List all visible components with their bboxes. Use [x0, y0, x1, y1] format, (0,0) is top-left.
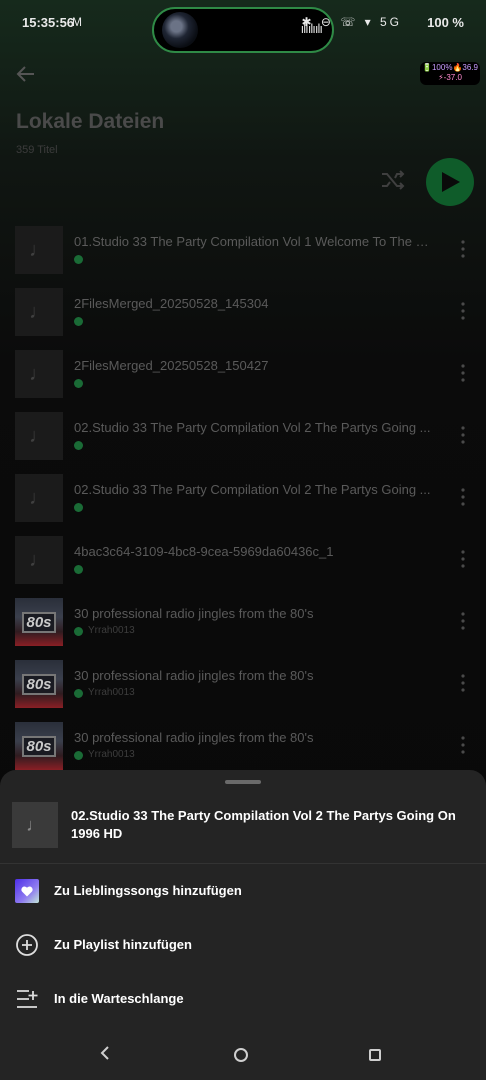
back-arrow-icon[interactable] — [14, 62, 38, 86]
track-row[interactable]: ♩ 01.Studio 33 The Party Compilation Vol … — [0, 225, 486, 287]
downloaded-icon — [74, 565, 83, 574]
music-note-icon: ♩ — [15, 474, 63, 522]
music-note-icon: ♩ — [15, 226, 63, 274]
action-label: In die Warteschlange — [54, 991, 184, 1006]
downloaded-icon — [74, 379, 83, 388]
status-bar: 15:35:56 M ılıılıılı ✱ ⊖ ☏ ▾ 5G 100 % — [0, 0, 486, 53]
shuffle-icon[interactable] — [380, 168, 406, 192]
more-options-icon[interactable] — [456, 735, 470, 755]
sheet-track-artwork: ♩ — [12, 802, 58, 848]
track-title: 30 professional radio jingles from the 8… — [74, 668, 314, 683]
artwork-label: 80s — [22, 611, 56, 633]
downloaded-icon — [74, 317, 83, 326]
more-options-icon[interactable] — [456, 487, 470, 507]
downloaded-icon — [74, 689, 83, 698]
track-artist: Yrrah0013 — [88, 625, 135, 636]
nav-back-icon[interactable] — [100, 1046, 110, 1060]
music-note-icon: ♩ — [15, 536, 63, 584]
track-title: 01.Studio 33 The Party Compilation Vol 1… — [74, 234, 436, 249]
track-row[interactable]: ♩ 02.Studio 33 The Party Compilation Vol … — [0, 473, 486, 535]
track-row[interactable]: 80s 30 professional radio jingles from th… — [0, 597, 486, 659]
drag-handle[interactable] — [225, 780, 261, 784]
context-menu-sheet: ♩ 02.Studio 33 The Party Compilation Vol… — [0, 770, 486, 1080]
more-options-icon[interactable] — [456, 239, 470, 259]
downloaded-icon — [74, 627, 83, 636]
system-nav-bar — [0, 1030, 486, 1080]
now-playing-pill[interactable]: ılıılıılı — [152, 7, 334, 53]
music-note-icon: ♩ — [15, 412, 63, 460]
downloaded-icon — [74, 255, 83, 264]
add-to-playlist-action[interactable]: Zu Playlist hinzufügen — [0, 918, 486, 972]
more-options-icon[interactable] — [456, 363, 470, 383]
add-to-liked-songs-action[interactable]: Zu Lieblingssongs hinzufügen — [0, 864, 486, 918]
album-artwork: 80s — [15, 598, 63, 646]
track-artist: Yrrah0013 — [88, 749, 135, 760]
track-title: 2FilesMerged_20250528_150427 — [74, 358, 269, 373]
artwork-label: 80s — [22, 735, 56, 757]
track-row[interactable]: 80s 30 professional radio jingles from th… — [0, 659, 486, 721]
play-button[interactable] — [426, 158, 474, 206]
track-row[interactable]: ♩ 02.Studio 33 The Party Compilation Vol … — [0, 411, 486, 473]
battery-level: 100 % — [427, 15, 464, 30]
battery-overlay-line1: 🔋100%🔥36.9 — [422, 63, 478, 72]
more-options-icon[interactable] — [456, 673, 470, 693]
track-title: 02.Studio 33 The Party Compilation Vol 2… — [74, 482, 431, 497]
nav-home-icon[interactable] — [234, 1048, 248, 1062]
music-note-icon: ♩ — [15, 288, 63, 336]
track-title: 4bac3c64-3109-4bc8-9cea-5969da60436c_1 — [74, 544, 334, 559]
battery-overlay-badge: 🔋100%🔥36.9 ⚡-37.0 — [420, 62, 480, 85]
sheet-track-title: 02.Studio 33 The Party Compilation Vol 2… — [71, 808, 456, 841]
more-options-icon[interactable] — [456, 549, 470, 569]
music-note-icon: ♩ — [15, 350, 63, 398]
action-label: Zu Lieblingssongs hinzufügen — [54, 883, 242, 898]
play-icon — [442, 172, 460, 192]
album-artwork: 80s — [15, 660, 63, 708]
track-row[interactable]: ♩ 2FilesMerged_20250528_150427 — [0, 349, 486, 411]
downloaded-icon — [74, 503, 83, 512]
track-title: 30 professional radio jingles from the 8… — [74, 730, 314, 745]
queue-icon — [17, 990, 38, 1008]
track-title: 02.Studio 33 The Party Compilation Vol 2… — [74, 420, 431, 435]
app-notification-icon: M — [72, 15, 82, 29]
track-row[interactable]: ♩ 2FilesMerged_20250528_145304 — [0, 287, 486, 349]
track-artist: Yrrah0013 — [88, 687, 135, 698]
liked-songs-icon — [15, 879, 39, 903]
battery-overlay-line2: ⚡-37.0 — [438, 73, 462, 82]
status-time: 15:35:56 — [22, 15, 75, 30]
system-status-icons: ✱ ⊖ ☏ ▾ 5G — [301, 15, 402, 29]
more-options-icon[interactable] — [456, 425, 470, 445]
track-row[interactable]: ♩ 4bac3c64-3109-4bc8-9cea-5969da60436c_1 — [0, 535, 486, 597]
album-artwork: 80s — [15, 722, 63, 770]
track-title: 30 professional radio jingles from the 8… — [74, 606, 314, 621]
track-count: 359 Titel — [16, 144, 58, 156]
add-to-queue-action[interactable]: In die Warteschlange — [0, 972, 486, 1026]
downloaded-icon — [74, 751, 83, 760]
more-options-icon[interactable] — [456, 611, 470, 631]
nav-recents-icon[interactable] — [369, 1049, 381, 1061]
downloaded-icon — [74, 441, 83, 450]
track-title: 2FilesMerged_20250528_145304 — [74, 296, 269, 311]
more-options-icon[interactable] — [456, 301, 470, 321]
now-playing-artwork — [162, 12, 198, 48]
artwork-label: 80s — [22, 673, 56, 695]
action-label: Zu Playlist hinzufügen — [54, 937, 192, 952]
page-title: Lokale Dateien — [16, 110, 165, 133]
add-circle-icon — [16, 934, 38, 956]
